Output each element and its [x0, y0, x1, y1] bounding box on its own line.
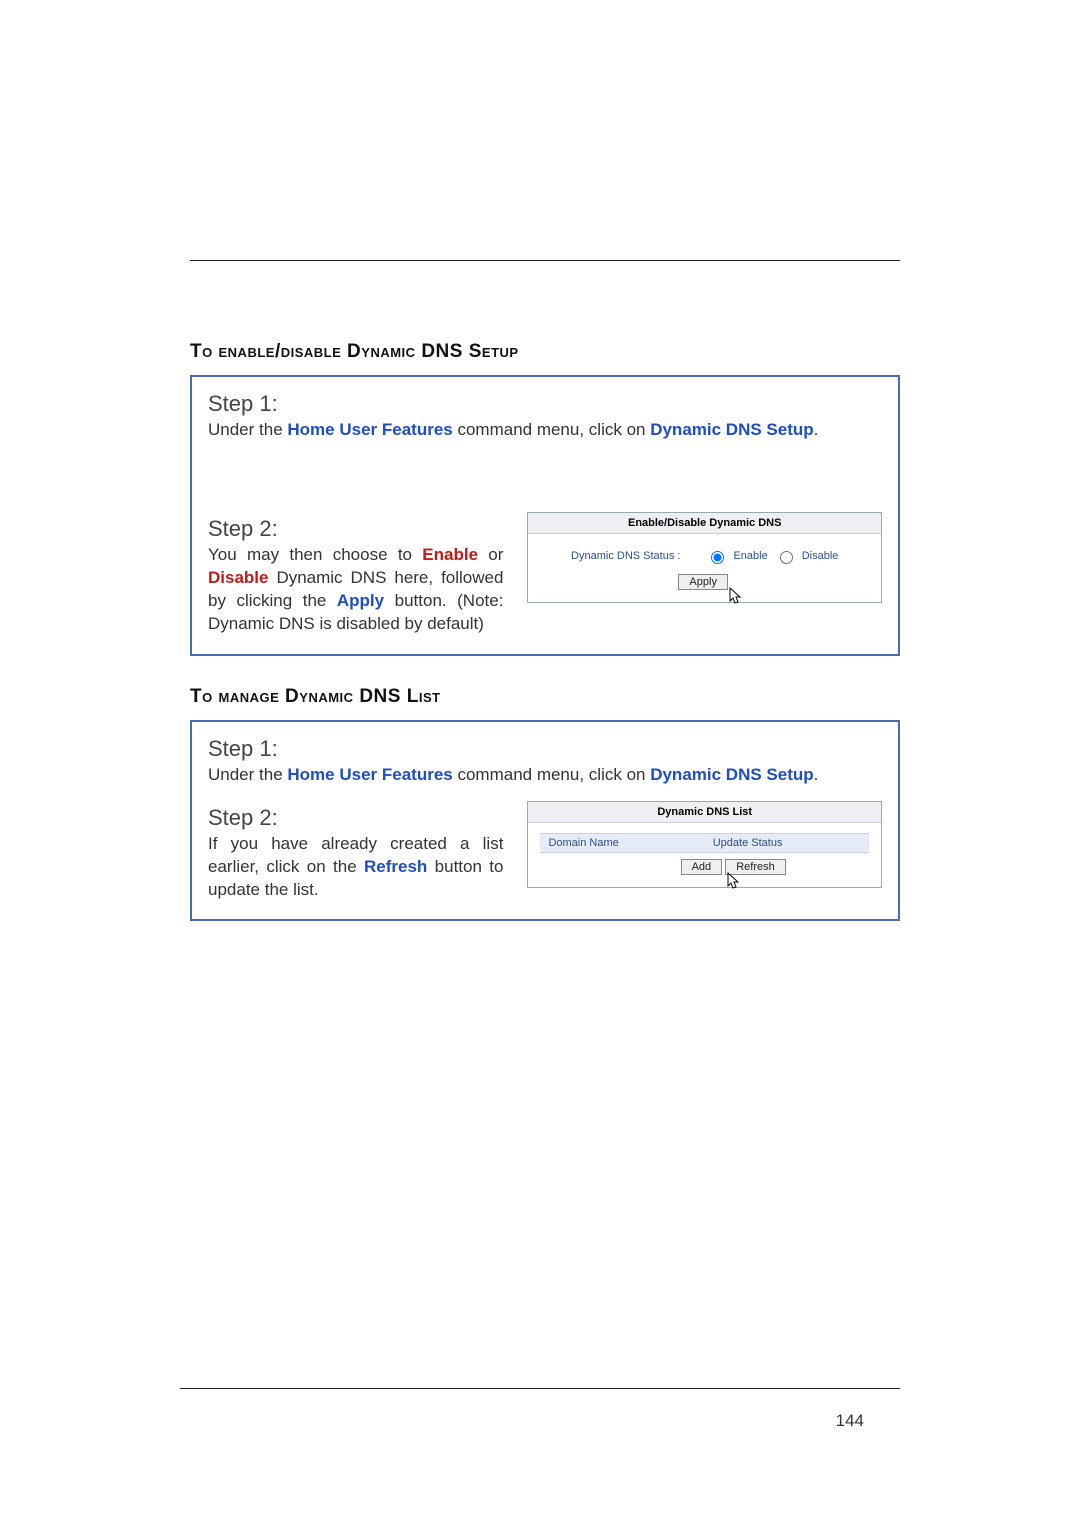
text: command menu, click on	[453, 765, 650, 784]
text: or	[478, 545, 503, 564]
step2-body-2: If you have already created a list earli…	[208, 833, 503, 902]
footer: 144	[180, 1388, 900, 1431]
step1-title-2: Step 1:	[208, 736, 882, 762]
step-box-enable-disable: Step 1: Under the Home User Features com…	[190, 375, 900, 656]
top-rule	[190, 260, 900, 261]
step1-body: Under the Home User Features command men…	[208, 419, 882, 442]
refresh-word: Refresh	[364, 857, 427, 876]
screenshot-dns-list-panel: Dynamic DNS List Domain Name Update Stat…	[527, 801, 882, 888]
text: command menu, click on	[453, 420, 650, 439]
radio-disable-label: Disable	[802, 550, 839, 562]
radio-enable[interactable]	[711, 551, 724, 564]
page-number: 144	[180, 1411, 900, 1431]
screenshot-enable-disable-panel: Enable/Disable Dynamic DNS Dynamic DNS S…	[527, 512, 882, 603]
link-home-user-features: Home User Features	[287, 420, 452, 439]
text: Under the	[208, 420, 287, 439]
panel-title-2: Dynamic DNS List	[528, 802, 881, 823]
col-domain-name: Domain Name	[540, 834, 704, 852]
add-button[interactable]: Add	[681, 859, 723, 875]
radio-enable-label: Enable	[733, 550, 767, 562]
text: .	[814, 765, 819, 784]
panel-title: Enable/Disable Dynamic DNS	[528, 513, 881, 534]
bottom-rule	[180, 1388, 900, 1389]
step2-title: Step 2:	[208, 516, 503, 542]
heading-manage-list: To manage Dynamic DNS List	[190, 686, 900, 708]
link-dynamic-dns-setup-2: Dynamic DNS Setup	[650, 765, 813, 784]
status-label: Dynamic DNS Status :	[571, 550, 680, 562]
apply-button[interactable]: Apply	[678, 574, 728, 590]
link-dynamic-dns-setup: Dynamic DNS Setup	[650, 420, 813, 439]
text: Under the	[208, 765, 287, 784]
step2-body: You may then choose to Enable or Disable…	[208, 544, 503, 636]
enable-word: Enable	[422, 545, 478, 564]
step2-title-2: Step 2:	[208, 805, 503, 831]
list-header: Domain Name Update Status	[540, 833, 869, 853]
link-home-user-features-2: Home User Features	[287, 765, 452, 784]
col-update-status: Update Status	[705, 834, 869, 852]
text: .	[814, 420, 819, 439]
disable-word: Disable	[208, 568, 268, 587]
step-box-manage-list: Step 1: Under the Home User Features com…	[190, 720, 900, 922]
step1-body-2: Under the Home User Features command men…	[208, 764, 882, 787]
step1-title: Step 1:	[208, 391, 882, 417]
apply-word: Apply	[337, 591, 384, 610]
heading-enable-disable: To enable/disable Dynamic DNS Setup	[190, 341, 900, 363]
text: You may then choose to	[208, 545, 422, 564]
radio-disable[interactable]	[780, 551, 793, 564]
